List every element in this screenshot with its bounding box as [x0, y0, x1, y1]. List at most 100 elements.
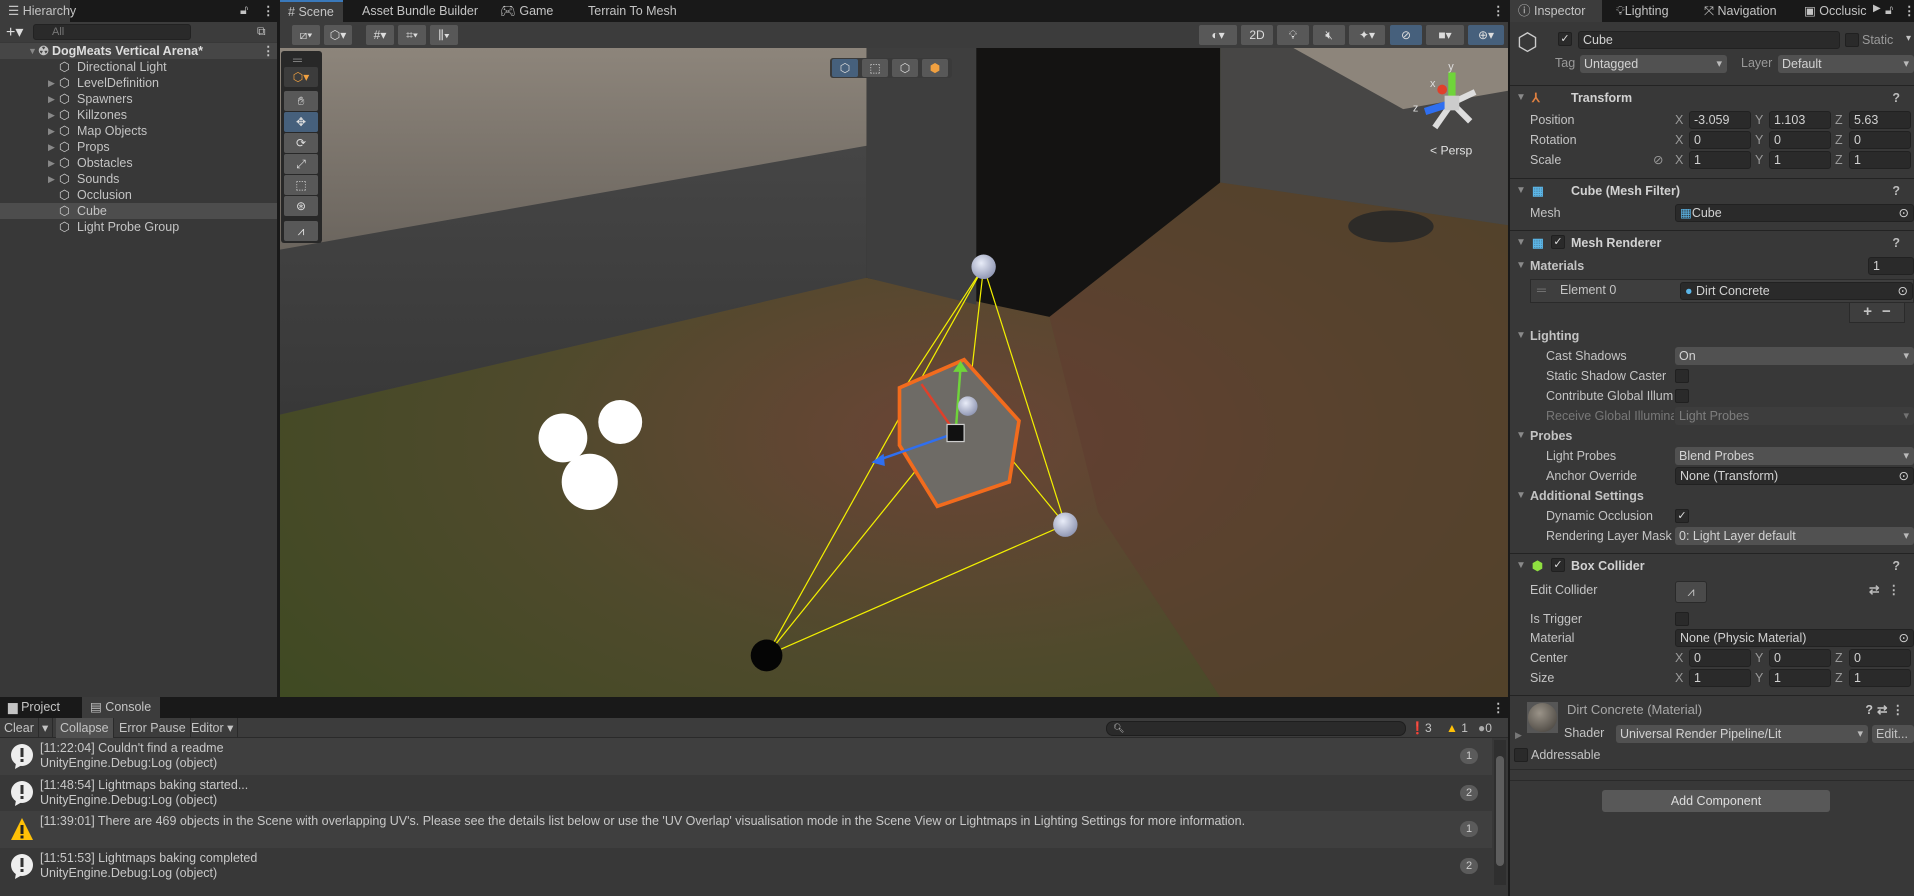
lighting-toggle-button[interactable]: 💡︎ — [1277, 25, 1309, 45]
scale-y-field[interactable]: 1 — [1769, 151, 1831, 169]
cast-shadows-dropdown[interactable]: On — [1675, 347, 1914, 365]
more-menu-icon[interactable]: ⋮ — [1492, 3, 1505, 18]
static-dropdown-icon[interactable]: ▾ — [1906, 33, 1911, 44]
tab-occlusion[interactable]: ▣ Occlusic — [1796, 0, 1875, 22]
expand-triangle-icon[interactable]: ▶ — [48, 107, 55, 123]
console-entry[interactable]: [11:22:04] Couldn't find a readme UnityEn… — [0, 738, 1492, 775]
object-picker-icon[interactable]: ⊙ — [1899, 630, 1909, 646]
more-menu-icon[interactable]: ⋮ — [1903, 3, 1914, 18]
more-menu-icon[interactable]: ⋮ — [262, 3, 275, 18]
light-probe[interactable] — [971, 254, 996, 279]
probes-foldout[interactable]: Probes — [1530, 426, 1572, 446]
center-x-field[interactable]: 0 — [1689, 649, 1751, 667]
center-z-field[interactable]: 0 — [1849, 649, 1911, 667]
drag-handle-icon[interactable]: ═ — [1537, 283, 1546, 297]
add-component-button[interactable]: Add Component — [1602, 790, 1830, 812]
console-search-input[interactable]: 🔍︎ — [1106, 721, 1406, 736]
gizmos-button[interactable]: ⊕▾ — [1468, 25, 1504, 45]
lighting-foldout[interactable]: Lighting — [1530, 326, 1579, 346]
mesh-renderer-enabled-checkbox[interactable]: ✓ — [1551, 235, 1565, 249]
grid-snapping-button[interactable]: ⌗▾ — [398, 25, 426, 45]
hierarchy-item[interactable]: ▶ ⬡ Obstacles — [0, 155, 277, 171]
element0-material-field[interactable]: ● Dirt Concrete ⊙ — [1680, 282, 1913, 300]
light-probes-dropdown[interactable]: Blend Probes — [1675, 447, 1914, 465]
error-pause-toggle[interactable]: Error Pause — [115, 718, 191, 738]
increment-snap-button[interactable]: ⫼▾ — [430, 25, 458, 45]
draw-mode-button[interactable]: ◐▾ — [1199, 25, 1237, 45]
box-collider-header[interactable]: ▼ ⬢ ✓ Box Collider ?⇄⋮ — [1510, 553, 1914, 597]
expand-triangle-icon[interactable]: ▶ — [48, 75, 55, 91]
edit-collider-tool-button[interactable]: ⩘ — [284, 221, 318, 241]
mesh-field[interactable]: ▦Cube ⊙ — [1675, 204, 1914, 222]
static-shadow-checkbox[interactable] — [1675, 369, 1689, 383]
size-z-field[interactable]: 1 — [1849, 669, 1911, 687]
console-entry[interactable]: [11:51:53] Lightmaps baking completed Uni… — [0, 847, 1492, 885]
active-checkbox[interactable]: ✓ — [1558, 32, 1572, 46]
rendering-layer-dropdown[interactable]: 0: Light Layer default — [1675, 527, 1914, 545]
camera-settings-button[interactable]: ■▾ — [1426, 25, 1464, 45]
hierarchy-item[interactable]: ⬡ Directional Light — [0, 59, 277, 75]
cube-view-button[interactable]: ⬡ — [832, 59, 858, 77]
error-filter-toggle[interactable]: ●0 — [1478, 718, 1492, 738]
position-y-field[interactable]: 1.103 — [1769, 111, 1831, 129]
constrain-proportions-icon[interactable]: ⊘ — [1653, 150, 1663, 170]
scene-view-icon[interactable]: ⧉ — [257, 24, 266, 39]
lock-icon[interactable]: 🔓︎ — [1885, 3, 1893, 18]
more-menu-icon[interactable]: ⋮ — [1492, 700, 1505, 715]
addressable-checkbox[interactable] — [1514, 748, 1528, 762]
rotation-z-field[interactable]: 0 — [1849, 131, 1911, 149]
add-remove-element-buttons[interactable]: +− — [1849, 303, 1905, 323]
transform-tool-button[interactable]: ⊛ — [284, 196, 318, 216]
expand-triangle-icon[interactable]: ▶ — [48, 171, 55, 187]
scene-viewport[interactable]: y x z < Persp — [280, 48, 1508, 697]
tool-context-dropdown[interactable]: ⬡▾ — [284, 67, 318, 87]
rotation-x-field[interactable]: 0 — [1689, 131, 1751, 149]
light-probe[interactable] — [750, 639, 783, 672]
light-probe[interactable] — [1053, 512, 1078, 537]
hierarchy-item[interactable]: ⬡ Occlusion — [0, 187, 277, 203]
box-collider-enabled-checkbox[interactable]: ✓ — [1551, 558, 1565, 572]
add-dropdown-button[interactable]: +▾ — [6, 22, 23, 42]
materials-foldout[interactable]: ▼ Materials 1 — [1510, 256, 1914, 276]
tab-scroll-right-icon[interactable]: ▶ — [1873, 3, 1881, 14]
editor-dropdown[interactable]: Editor ▾ — [187, 718, 239, 738]
tab-navigation[interactable]: ⤧ Navigation — [1696, 0, 1785, 22]
hierarchy-item[interactable]: ▶ ⬡ Props — [0, 139, 277, 155]
object-name-field[interactable]: Cube — [1578, 31, 1840, 49]
console-entry[interactable]: [11:39:01] There are 469 objects in the … — [0, 811, 1492, 848]
expand-triangle-icon[interactable]: ▶ — [48, 155, 55, 171]
console-entry[interactable]: [11:48:54] Lightmaps baking started... Un… — [0, 774, 1492, 812]
hidden-objects-toggle-button[interactable]: ⊘ — [1390, 25, 1422, 45]
expand-triangle-icon[interactable]: ▶ — [1515, 730, 1522, 741]
effects-button[interactable]: ✦▾ — [1349, 25, 1385, 45]
wire-cube-button[interactable]: ⬡ — [892, 59, 918, 77]
position-x-field[interactable]: -3.059 — [1689, 111, 1751, 129]
rect-view-button[interactable]: ⬚ — [862, 59, 888, 77]
scale-z-field[interactable]: 1 — [1849, 151, 1911, 169]
hierarchy-item[interactable]: ▶ ⬡ Killzones — [0, 107, 277, 123]
tab-project[interactable]: ▆ Project — [0, 697, 68, 718]
rotation-y-field[interactable]: 0 — [1769, 131, 1831, 149]
object-picker-icon[interactable]: ⊙ — [1899, 205, 1909, 221]
2d-toggle-button[interactable]: 2D — [1241, 25, 1273, 45]
shader-edit-button[interactable]: Edit... — [1872, 725, 1914, 743]
hierarchy-item[interactable]: ▶ ⬡ Map Objects — [0, 123, 277, 139]
clear-button[interactable]: Clear — [0, 718, 39, 738]
contribute-gi-checkbox[interactable] — [1675, 389, 1689, 403]
center-y-field[interactable]: 0 — [1769, 649, 1831, 667]
scrollbar-thumb[interactable] — [1496, 756, 1504, 866]
projection-label[interactable]: < Persp — [1430, 143, 1473, 157]
move-gizmo-center[interactable] — [946, 423, 965, 443]
static-checkbox[interactable] — [1845, 33, 1859, 47]
grid-visibility-button[interactable]: #▾ — [366, 25, 394, 45]
layer-dropdown[interactable]: Default — [1778, 55, 1914, 73]
move-tool-button[interactable]: ✥ — [284, 112, 318, 132]
scene-root[interactable]: ▼ ☢ DogMeats Vertical Arena* ⋮ — [0, 43, 277, 59]
tab-hierarchy[interactable]: ☰ Hierarchy — [0, 0, 76, 22]
materials-count-field[interactable]: 1 — [1868, 257, 1914, 275]
hierarchy-item[interactable]: ▶ ⬡ Sounds — [0, 171, 277, 187]
physic-material-field[interactable]: None (Physic Material) ⊙ — [1675, 629, 1914, 647]
mesh-renderer-header[interactable]: ▼▦ ✓ Mesh Renderer ?⇄⋮ — [1510, 230, 1914, 274]
component-menu-icons[interactable]: ?⇄⋮ — [1865, 702, 1908, 717]
transform-header[interactable]: ▼⅄ Transform ?⇄⋮ — [1510, 85, 1914, 129]
